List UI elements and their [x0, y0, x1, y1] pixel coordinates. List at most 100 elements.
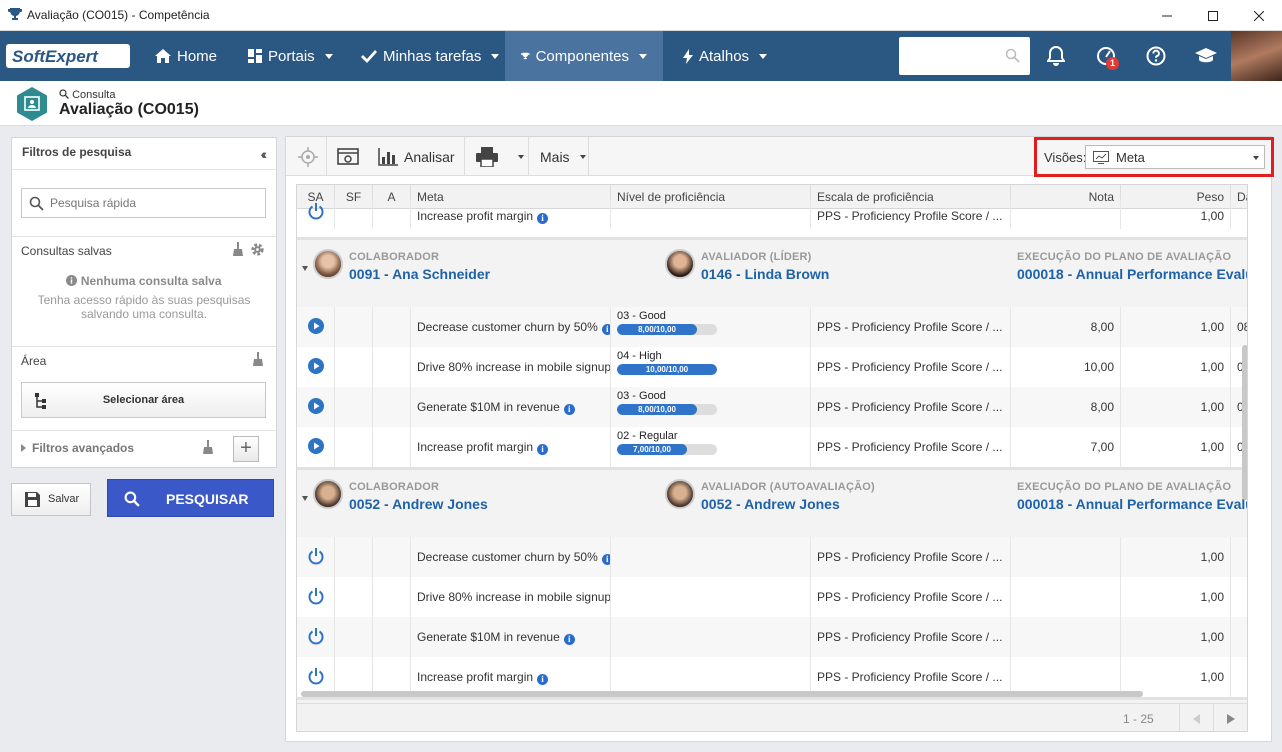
views-dropdown[interactable]: Meta	[1085, 145, 1265, 169]
search-button[interactable]: PESQUISAR	[107, 479, 274, 517]
gear-icon[interactable]	[250, 242, 265, 257]
help-button[interactable]	[1144, 44, 1168, 68]
info-icon[interactable]: i	[537, 213, 549, 224]
search-icon	[29, 196, 44, 211]
maximize-button[interactable]	[1190, 0, 1236, 31]
level-cell	[611, 199, 811, 229]
toolbar-separator	[588, 137, 589, 176]
prev-page-button[interactable]	[1179, 704, 1213, 731]
progress-text: 7,00/10,00	[617, 444, 687, 455]
collaborator-name[interactable]: 0052 - Andrew Jones	[349, 496, 488, 512]
nav-minhas-tarefas[interactable]: Minhas tarefas	[345, 31, 515, 81]
collaborator-name[interactable]: 0091 - Ana Schneider	[349, 266, 490, 282]
collapse-icon[interactable]: ‹‹	[261, 146, 268, 162]
meta-cell: Drive 80% increase in mobile signup	[411, 577, 611, 617]
search-icon	[1005, 48, 1020, 63]
table-row[interactable]: Generate $10M in revenue i PPS - Proficie…	[297, 617, 1247, 657]
nav-componentes[interactable]: Componentes	[505, 31, 663, 81]
window-titlebar: Avaliação (CO015) - Competência	[0, 0, 1282, 31]
alerts-button[interactable]: 1	[1094, 44, 1119, 70]
advanced-filters-toggle[interactable]: Filtros avançados	[21, 441, 134, 455]
broom-icon[interactable]	[232, 242, 244, 256]
search-icon	[124, 491, 140, 507]
info-icon[interactable]: i	[563, 404, 575, 415]
filters-header: Filtros de pesquisa ‹‹	[12, 138, 276, 170]
meta-cell: Decrease customer churn by 50% i	[411, 307, 611, 347]
level-cell	[611, 537, 811, 577]
locate-button[interactable]	[294, 137, 322, 176]
table-row[interactable]: Decrease customer churn by 50% i PPS - Pr…	[297, 537, 1247, 577]
evaluator-name[interactable]: 0146 - Linda Brown	[701, 266, 829, 282]
play-circle-icon[interactable]	[308, 398, 324, 414]
hierarchy-icon	[35, 393, 46, 409]
next-page-button[interactable]	[1213, 704, 1247, 731]
play-circle-icon[interactable]	[308, 318, 324, 334]
nav-home[interactable]: Home	[139, 31, 233, 81]
progress-bar: 7,00/10,00	[617, 444, 717, 455]
notifications-button[interactable]	[1044, 44, 1068, 68]
evaluator-name[interactable]: 0052 - Andrew Jones	[701, 496, 840, 512]
close-button[interactable]	[1236, 0, 1282, 31]
sf-cell	[335, 347, 373, 387]
info-icon[interactable]: i	[601, 554, 610, 565]
analyze-button[interactable]: Analisar	[378, 137, 455, 176]
collaborator-label: COLABORADOR	[349, 251, 440, 263]
nav-portais-label: Portais	[268, 47, 315, 65]
group-header[interactable]: COLABORADOR 0091 - Ana Schneider AVALIAD…	[297, 237, 1247, 307]
save-query-button[interactable]: Salvar	[11, 483, 91, 516]
user-avatar[interactable]	[1231, 31, 1282, 81]
info-icon[interactable]: i	[601, 324, 610, 335]
softexpert-logo[interactable]: SoftExpert	[6, 43, 130, 69]
status-cell	[297, 537, 335, 577]
scale-cell: PPS - Proficiency Profile Score / ...	[811, 617, 1011, 657]
a-cell	[373, 427, 411, 467]
chevron-down-icon[interactable]	[302, 266, 308, 271]
page-title: Avaliação (CO015)	[59, 101, 199, 118]
table-row[interactable]: Drive 80% increase in mobile signup 04 -…	[297, 347, 1247, 387]
power-icon[interactable]	[307, 667, 325, 685]
learning-button[interactable]	[1194, 44, 1218, 68]
play-circle-icon[interactable]	[308, 438, 324, 454]
vertical-scrollbar[interactable]	[1242, 345, 1247, 500]
nav-atalhos[interactable]: Atalhos	[667, 31, 783, 81]
minimize-button[interactable]	[1144, 0, 1190, 31]
collaborator-avatar	[313, 249, 343, 279]
nav-search-input[interactable]	[899, 37, 1030, 75]
info-icon[interactable]: i	[563, 634, 575, 645]
info-icon[interactable]: i	[537, 444, 549, 455]
main-navbar: SoftExpert Home Portais Minhas tarefas C…	[0, 31, 1282, 81]
horizontal-scrollbar[interactable]	[301, 691, 1143, 697]
status-cell	[297, 617, 335, 657]
power-icon[interactable]	[307, 202, 325, 220]
play-circle-icon[interactable]	[308, 358, 324, 374]
data-cell: 08	[1237, 320, 1247, 334]
table-row[interactable]: Generate $10M in revenue i 03 - Good 8,00/…	[297, 387, 1247, 427]
status-cell	[297, 427, 335, 467]
power-icon[interactable]	[307, 587, 325, 605]
table-row[interactable]: Increase profit margin i 02 - Regular 7,00…	[297, 427, 1247, 467]
scale-cell: PPS - Proficiency Profile Score / ...	[811, 537, 1011, 577]
power-icon[interactable]	[307, 547, 325, 565]
table-row[interactable]: Increase profit margin i PPS - Proficienc…	[297, 199, 1247, 229]
power-icon[interactable]	[307, 627, 325, 645]
select-area-button[interactable]: Selecionar área	[21, 382, 266, 418]
more-menu-button[interactable]: Mais	[540, 137, 586, 176]
status-cell	[297, 307, 335, 347]
print-button[interactable]	[476, 137, 524, 176]
info-icon[interactable]: i	[537, 674, 549, 685]
quick-search-input[interactable]: Pesquisa rápida	[21, 188, 266, 218]
broom-icon[interactable]	[202, 440, 214, 454]
execution-name[interactable]: 000018 - Annual Performance Evalu	[1017, 496, 1247, 512]
scale-cell: PPS - Proficiency Profile Score / ...	[811, 387, 1011, 427]
group-header[interactable]: COLABORADOR 0052 - Andrew Jones AVALIADO…	[297, 467, 1247, 537]
view-record-button[interactable]	[335, 137, 361, 176]
execution-name[interactable]: 000018 - Annual Performance Evalu	[1017, 266, 1247, 282]
meta-cell: Increase profit margin i	[411, 427, 611, 467]
add-filter-button[interactable]: +	[233, 436, 259, 462]
table-row[interactable]: Drive 80% increase in mobile signup PPS …	[297, 577, 1247, 617]
chevron-down-icon[interactable]	[302, 496, 308, 501]
nav-portais[interactable]: Portais	[232, 31, 349, 81]
progress-text: 8,00/10,00	[617, 324, 697, 335]
table-row[interactable]: Decrease customer churn by 50% i 03 - Goo…	[297, 307, 1247, 347]
broom-icon[interactable]	[252, 352, 264, 366]
